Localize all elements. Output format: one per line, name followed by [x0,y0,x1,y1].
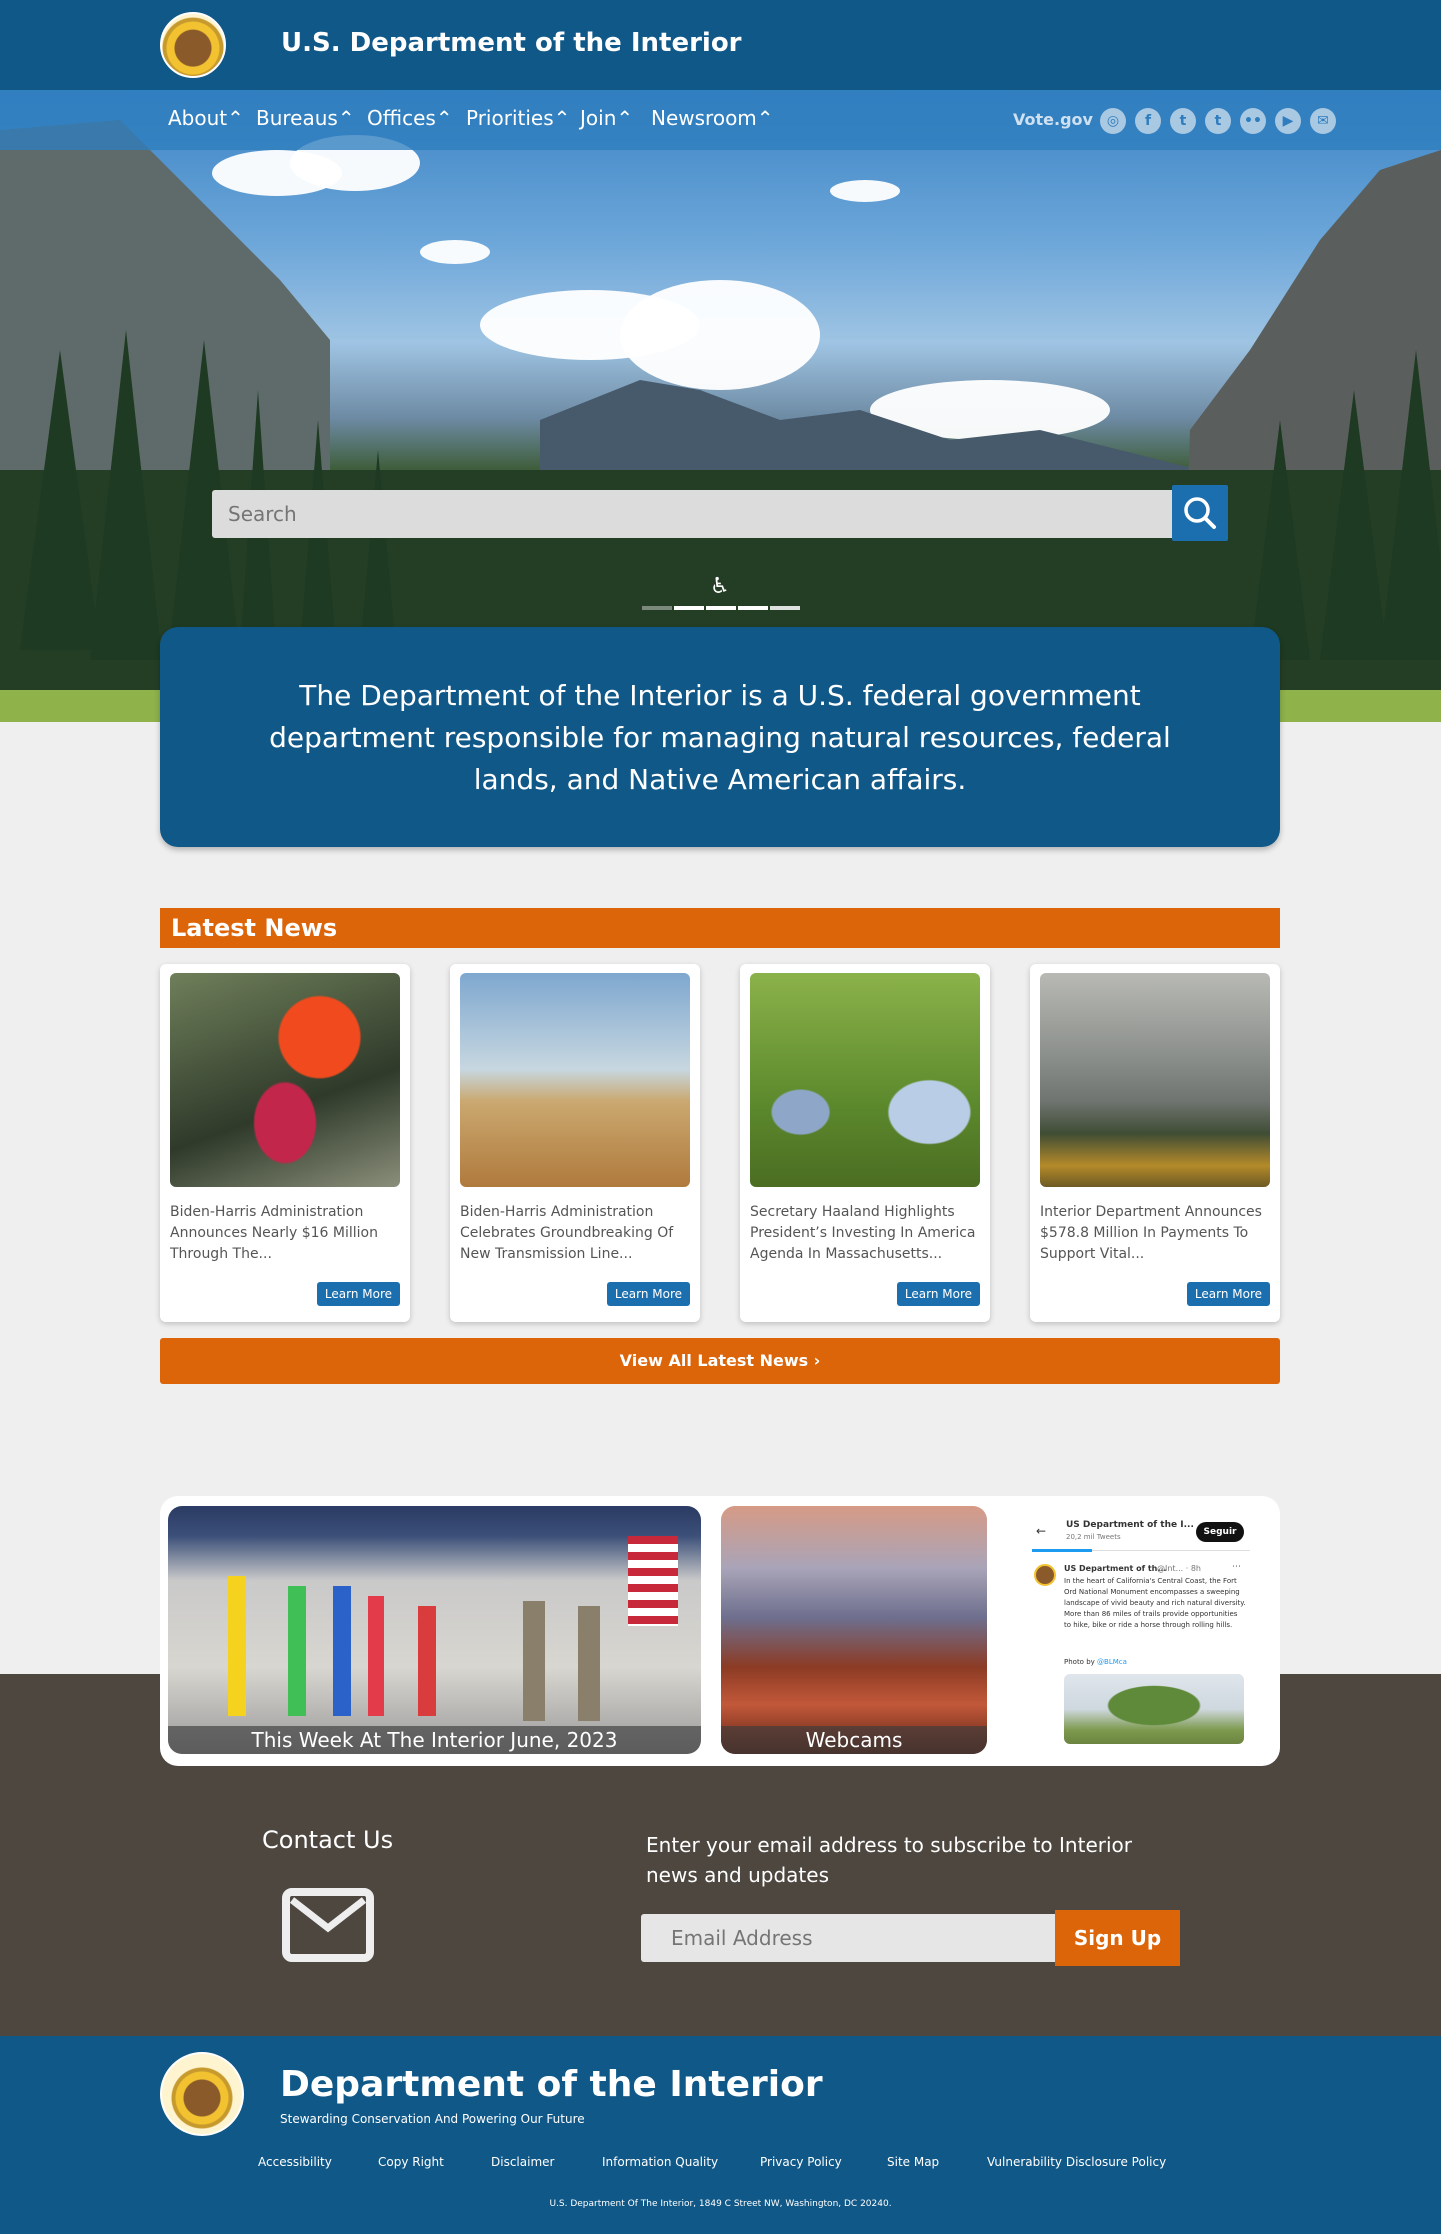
news-card[interactable]: Biden-Harris Administration Celebrates G… [450,964,700,1322]
news-image-mountain-valley [1040,973,1270,1187]
footer-link-information-quality[interactable]: Information Quality [602,2155,718,2169]
nav-bureaus[interactable]: Bureaus⌃ [256,106,355,130]
news-image-iiwi-bird [170,973,400,1187]
chevron-up-icon: ⌃ [756,106,774,130]
tweet-author: US Department of th... [1064,1564,1167,1573]
latest-news-heading: Latest News [160,908,1280,948]
nav-join[interactable]: Join⌃ [580,106,633,130]
doi-seal-logo[interactable] [160,12,226,78]
this-week-caption: This Week At The Interior June, 2023 [168,1726,701,1754]
webcams-tile[interactable]: Webcams [721,1506,987,1754]
slide-indicator[interactable] [674,606,704,610]
news-image-secretary-haaland [750,973,980,1187]
back-arrow-icon[interactable]: ← [1036,1524,1046,1538]
more-options-icon[interactable]: ⋯ [1232,1562,1241,1572]
chevron-up-icon: ⌃ [435,106,453,130]
news-card-text: Interior Department Announces $578.8 Mil… [1040,1204,1262,1262]
search-input[interactable] [212,490,1172,538]
slide-indicator[interactable] [706,606,736,610]
email-field[interactable] [641,1914,1055,1962]
slide-indicator[interactable] [738,606,768,610]
this-week-tile[interactable]: This Week At The Interior June, 2023 [168,1506,701,1754]
nav-about[interactable]: About⌃ [168,106,244,130]
footer-address: U.S. Department Of The Interior, 1849 C … [549,2199,892,2209]
learn-more-button[interactable]: Learn More [1186,1282,1270,1306]
chevron-up-icon: ⌃ [553,106,571,130]
tweet-photo-credit: Photo by @BLMca [1064,1658,1127,1666]
youtube-icon[interactable]: ▶ [1275,108,1301,134]
flickr-icon[interactable]: •• [1240,108,1266,134]
slide-indicator[interactable] [642,606,672,610]
news-image-transmission-lines [460,973,690,1187]
email-icon[interactable]: ✉ [1310,108,1336,134]
news-card-text: Biden-Harris Administration Announces Ne… [170,1204,378,1262]
news-card[interactable]: Interior Department Announces $578.8 Mil… [1030,964,1280,1322]
tweet-avatar[interactable] [1034,1564,1056,1586]
learn-more-button[interactable]: Learn More [316,1282,400,1306]
learn-more-button[interactable]: Learn More [896,1282,980,1306]
subscribe-text: Enter your email address to subscribe to… [646,1833,1132,1887]
footer-tagline: Stewarding Conservation And Powering Our… [280,2112,585,2126]
news-card-text: Secretary Haaland Highlights President’s… [750,1204,976,1262]
nav-priorities[interactable]: Priorities⌃ [466,106,570,130]
intro-statement: The Department of the Interior is a U.S.… [160,627,1280,847]
twitter-embed[interactable]: ← US Department of the I... 20,2 mil Twe… [1032,1512,1250,1750]
tweet-handle: @Int... · 8h [1157,1564,1201,1573]
footer-link-copyright[interactable]: Copy Right [378,2155,444,2169]
tweet-body: In the heart of California's Central Coa… [1064,1577,1246,1629]
chevron-up-icon: ⌃ [337,106,355,130]
news-card[interactable]: Biden-Harris Administration Announces Ne… [160,964,410,1322]
site-title[interactable]: U.S. Department of the Interior [281,28,742,58]
chevron-up-icon: ⌃ [616,106,634,130]
nav-offices[interactable]: Offices⌃ [367,106,453,130]
slide-indicator[interactable] [770,606,800,610]
twitter-icon[interactable]: t [1170,108,1196,134]
search-button[interactable] [1172,485,1228,541]
webcams-caption: Webcams [721,1726,987,1754]
nav-newsroom[interactable]: Newsroom⌃ [651,106,774,130]
tweet-count: 20,2 mil Tweets [1066,1533,1121,1541]
accessibility-icon[interactable]: ♿ [710,574,730,599]
footer-link-disclaimer[interactable]: Disclaimer [491,2155,554,2169]
sign-up-button[interactable]: Sign Up [1055,1910,1180,1966]
facebook-icon[interactable]: f [1135,108,1161,134]
main-nav: About⌃ Bureaus⌃ Offices⌃ Priorities⌃ Joi… [0,90,1441,150]
footer-title: Department of the Interior [280,2064,823,2105]
vote-gov-link[interactable]: Vote.gov [1013,110,1093,129]
tweet-account-name: US Department of the I... [1066,1520,1194,1530]
doi-seal-logo[interactable] [160,2052,244,2136]
tweet-photo[interactable] [1064,1674,1244,1744]
view-all-news-button[interactable]: View All Latest News › [160,1338,1280,1384]
mail-icon[interactable] [282,1888,374,1962]
follow-button[interactable]: Seguir [1196,1522,1244,1542]
footer-link-privacy-policy[interactable]: Privacy Policy [760,2155,842,2169]
instagram-icon[interactable]: ◎ [1100,108,1126,134]
tumblr-icon[interactable]: t [1205,108,1231,134]
learn-more-button[interactable]: Learn More [606,1282,690,1306]
chevron-up-icon: ⌃ [227,106,244,130]
search-icon [1184,497,1216,529]
news-card-text: Biden-Harris Administration Celebrates G… [460,1204,674,1262]
footer-link-accessibility[interactable]: Accessibility [258,2155,332,2169]
news-card[interactable]: Secretary Haaland Highlights President’s… [740,964,990,1322]
footer-link-vulnerability-disclosure[interactable]: Vulnerability Disclosure Policy [987,2155,1166,2169]
contact-us-title[interactable]: Contact Us [262,1826,393,1854]
footer-link-site-map[interactable]: Site Map [887,2155,939,2169]
